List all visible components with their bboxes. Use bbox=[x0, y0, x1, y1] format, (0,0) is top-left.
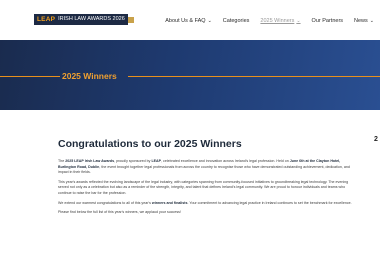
hero-title: 2025 Winners bbox=[62, 71, 117, 81]
nav-news[interactable]: News ⌄ bbox=[354, 16, 374, 26]
nav-our-partners-label: Our Partners bbox=[311, 18, 344, 24]
event-name: 2025 LEAP Irish Law Awards bbox=[65, 159, 115, 163]
nav-2025-winners-label: 2025 Winners bbox=[260, 18, 295, 24]
chevron-down-icon: ⌄ bbox=[296, 18, 301, 24]
text: , the event brought together legal profe… bbox=[58, 164, 350, 175]
site-logo[interactable]: LEAP IRISH LAW AWARDS 2026 bbox=[34, 14, 137, 25]
chevron-down-icon: ⌄ bbox=[207, 18, 212, 24]
nav-categories[interactable]: Categories bbox=[223, 16, 250, 26]
intro-paragraph: The 2025 LEAP Irish Law Awards, proudly … bbox=[58, 159, 358, 176]
page-heading: Congratulations to our 2025 Winners bbox=[58, 138, 242, 150]
text: , celebrated excellence and innovation a… bbox=[161, 159, 290, 163]
nav-2025-winners[interactable]: 2025 Winners ⌄ bbox=[260, 16, 300, 26]
closing-paragraph: Please find below the full list of this … bbox=[58, 210, 181, 215]
text: . Your commitment to advancing legal pra… bbox=[187, 200, 352, 205]
chevron-down-icon: ⌄ bbox=[369, 18, 374, 24]
main-content: Congratulations to our 2025 Winners The … bbox=[58, 138, 358, 220]
nav-about-us-label: About Us & FAQ bbox=[165, 18, 206, 24]
logo-text: IRISH LAW AWARDS 2026 bbox=[58, 14, 128, 25]
nav-news-label: News bbox=[354, 18, 368, 24]
hero-divider-right bbox=[128, 76, 380, 77]
main-nav: About Us & FAQ ⌄ Categories 2025 Winners… bbox=[165, 16, 380, 26]
nav-our-partners[interactable]: Our Partners bbox=[312, 16, 343, 26]
site-header: LEAP IRISH LAW AWARDS 2026 About Us & FA… bbox=[0, 0, 380, 40]
text: , proudly sponsored by bbox=[114, 159, 152, 163]
text: We extend our warmest congratulations to… bbox=[58, 200, 152, 205]
hero-banner: 2025 Winners bbox=[0, 40, 380, 110]
logo-mark: LEAP bbox=[34, 14, 59, 25]
winners-finalists: winners and finalists bbox=[151, 200, 188, 205]
hero-divider-left bbox=[0, 76, 60, 77]
sidebar-heading-fragment: 2 bbox=[374, 136, 378, 143]
nav-categories-label: Categories bbox=[222, 18, 250, 24]
logo-badge-icon bbox=[127, 16, 134, 23]
nav-about-us[interactable]: About Us & FAQ ⌄ bbox=[165, 16, 212, 26]
sponsor-name: LEAP bbox=[151, 159, 162, 163]
congrats-paragraph: We extend our warmest congratulations to… bbox=[58, 201, 358, 207]
awards-paragraph: This year's awards reflected the evolvin… bbox=[58, 179, 349, 195]
